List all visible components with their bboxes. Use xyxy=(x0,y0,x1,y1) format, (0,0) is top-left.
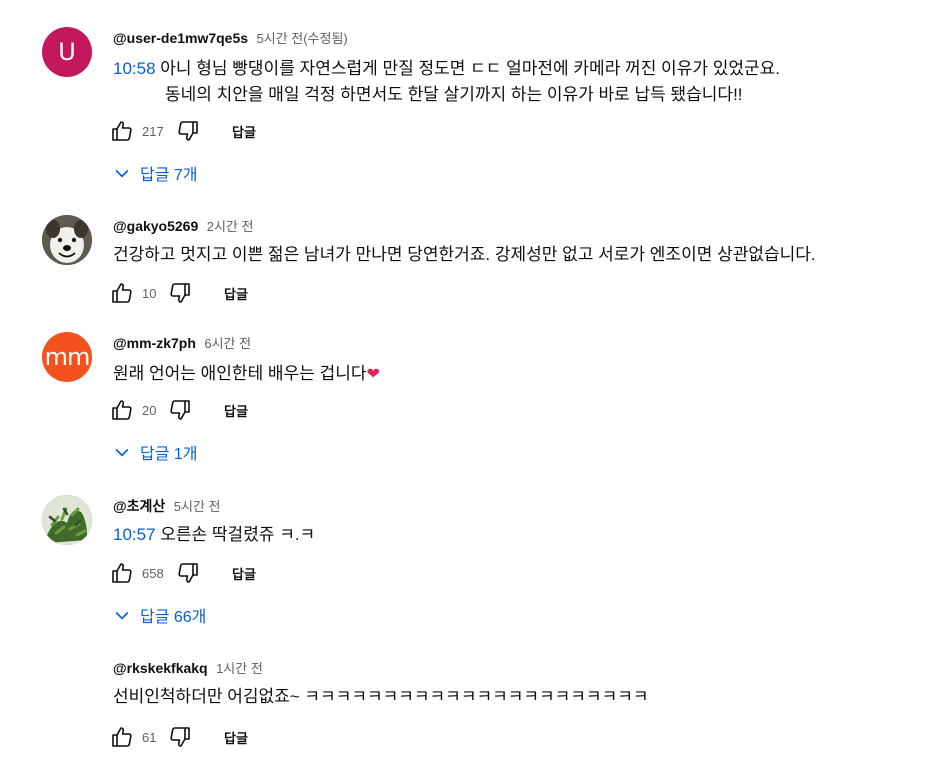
thumbs-down-icon xyxy=(170,400,190,420)
comment-header: @초계산 5시간 전 xyxy=(113,495,220,517)
comment-time[interactable]: 1시간 전 xyxy=(216,661,263,676)
chevron-down-icon xyxy=(112,442,140,462)
view-replies-button[interactable]: 답글 1개 xyxy=(112,438,198,466)
comment-time[interactable]: 5시간 전 xyxy=(174,499,221,514)
comment-header: @gakyo5269 2시간 전 xyxy=(113,215,253,237)
plant-photo-avatar-icon xyxy=(42,495,92,545)
avatar[interactable]: mm xyxy=(42,332,92,382)
comment-actions: 217 답글 xyxy=(108,117,256,145)
thumbs-down-icon xyxy=(170,283,190,303)
comment-text: 10:58 아니 형님 빵댕이를 자연스럽게 만질 정도면 ㄷㄷ 얼마전에 카메… xyxy=(113,56,780,108)
comment-time[interactable]: 6시간 전 xyxy=(204,336,251,351)
comment-actions: 658 답글 xyxy=(108,559,256,587)
comment-text: 건강하고 멋지고 이쁜 젊은 남녀가 만나면 당연한거죠. 강제성만 없고 서로… xyxy=(113,245,816,264)
comment-actions: 10 답글 xyxy=(108,279,248,307)
like-button[interactable] xyxy=(108,723,136,751)
comment-time[interactable]: 5시간 전(수정됨) xyxy=(257,31,348,46)
dislike-button[interactable] xyxy=(166,396,194,424)
comment-actions: 20 답글 xyxy=(108,396,248,424)
view-replies-button[interactable]: 답글 7개 xyxy=(112,159,198,187)
like-button[interactable] xyxy=(108,396,136,424)
comment-text: 선비인척하더만 어김없죠~ ㅋㅋㅋㅋㅋㅋㅋㅋㅋㅋㅋㅋㅋㅋㅋㅋㅋㅋㅋㅋㅋㅋ xyxy=(113,687,649,706)
avatar[interactable]: U xyxy=(42,27,92,77)
reply-button[interactable]: 답글 xyxy=(232,564,256,583)
comment-text-line: 오른손 딱걸렸쥬 ㅋ.ㅋ xyxy=(155,525,316,544)
comment-text-line: 원래 언어는 애인한테 배우는 겁니다 xyxy=(113,364,367,383)
like-count: 20 xyxy=(142,402,157,418)
reply-button[interactable]: 답글 xyxy=(232,122,256,141)
dog-photo-avatar-icon xyxy=(42,215,92,265)
thumbs-up-icon xyxy=(112,121,132,141)
heart-emoji-icon: ❤ xyxy=(366,366,380,383)
dislike-button[interactable] xyxy=(166,279,194,307)
timestamp-link[interactable]: 10:57 xyxy=(113,525,156,544)
reply-button[interactable]: 답글 xyxy=(224,401,248,420)
comment-header: @user-de1mw7qe5s 5시간 전(수정됨) xyxy=(113,27,348,49)
timestamp-link[interactable]: 10:58 xyxy=(113,59,156,78)
like-count: 61 xyxy=(142,729,157,745)
thumbs-down-icon xyxy=(178,121,198,141)
like-count: 217 xyxy=(142,123,164,139)
avatar-letter: U xyxy=(58,38,76,66)
avatar[interactable] xyxy=(42,495,92,545)
thumbs-up-icon xyxy=(112,563,132,583)
comment-time[interactable]: 2시간 전 xyxy=(207,219,254,234)
replies-count-label: 답글 7개 xyxy=(140,167,198,184)
like-button[interactable] xyxy=(108,279,136,307)
dislike-button[interactable] xyxy=(166,723,194,751)
comment-header: @rkskekfkakq 1시간 전 xyxy=(113,657,263,679)
dislike-button[interactable] xyxy=(174,117,202,145)
comment-author[interactable]: @mm-zk7ph xyxy=(113,335,196,351)
like-count: 10 xyxy=(142,285,157,301)
comment-text: 원래 언어는 애인한테 배우는 겁니다❤ xyxy=(113,361,380,388)
dislike-button[interactable] xyxy=(174,559,202,587)
comment-text: 10:57 오른손 딱걸렸쥬 ㅋ.ㅋ xyxy=(113,522,315,548)
thumbs-up-icon xyxy=(112,400,132,420)
avatar[interactable] xyxy=(42,215,92,265)
like-button[interactable] xyxy=(108,117,136,145)
comment-actions: 61 답글 xyxy=(108,723,248,751)
thumbs-down-icon xyxy=(170,727,190,747)
comment-text-line: 아니 형님 빵댕이를 자연스럽게 만질 정도면 ㄷㄷ 얼마전에 카메라 꺼진 이… xyxy=(155,59,780,78)
like-count: 658 xyxy=(142,565,164,581)
comment-author[interactable]: @초계산 xyxy=(113,498,165,514)
comment-header: @mm-zk7ph 6시간 전 xyxy=(113,332,251,354)
thumbs-down-icon xyxy=(178,563,198,583)
replies-count-label: 답글 1개 xyxy=(140,446,198,463)
reply-button[interactable]: 답글 xyxy=(224,284,248,303)
comment-author[interactable]: @gakyo5269 xyxy=(113,218,198,234)
replies-count-label: 답글 66개 xyxy=(140,609,207,626)
thumbs-up-icon xyxy=(112,727,132,747)
reply-button[interactable]: 답글 xyxy=(224,728,248,747)
view-replies-button[interactable]: 답글 66개 xyxy=(112,601,206,629)
thumbs-up-icon xyxy=(112,283,132,303)
chevron-down-icon xyxy=(112,163,140,183)
avatar-letter: mm xyxy=(44,343,91,371)
like-button[interactable] xyxy=(108,559,136,587)
comment-text-line: 동네의 치안을 매일 걱정 하면서도 한달 살기까지 하는 이유가 바로 납득 … xyxy=(165,85,743,104)
comment-author[interactable]: @rkskekfkakq xyxy=(113,660,208,676)
chevron-down-icon xyxy=(112,605,140,625)
comment-author[interactable]: @user-de1mw7qe5s xyxy=(113,30,248,46)
